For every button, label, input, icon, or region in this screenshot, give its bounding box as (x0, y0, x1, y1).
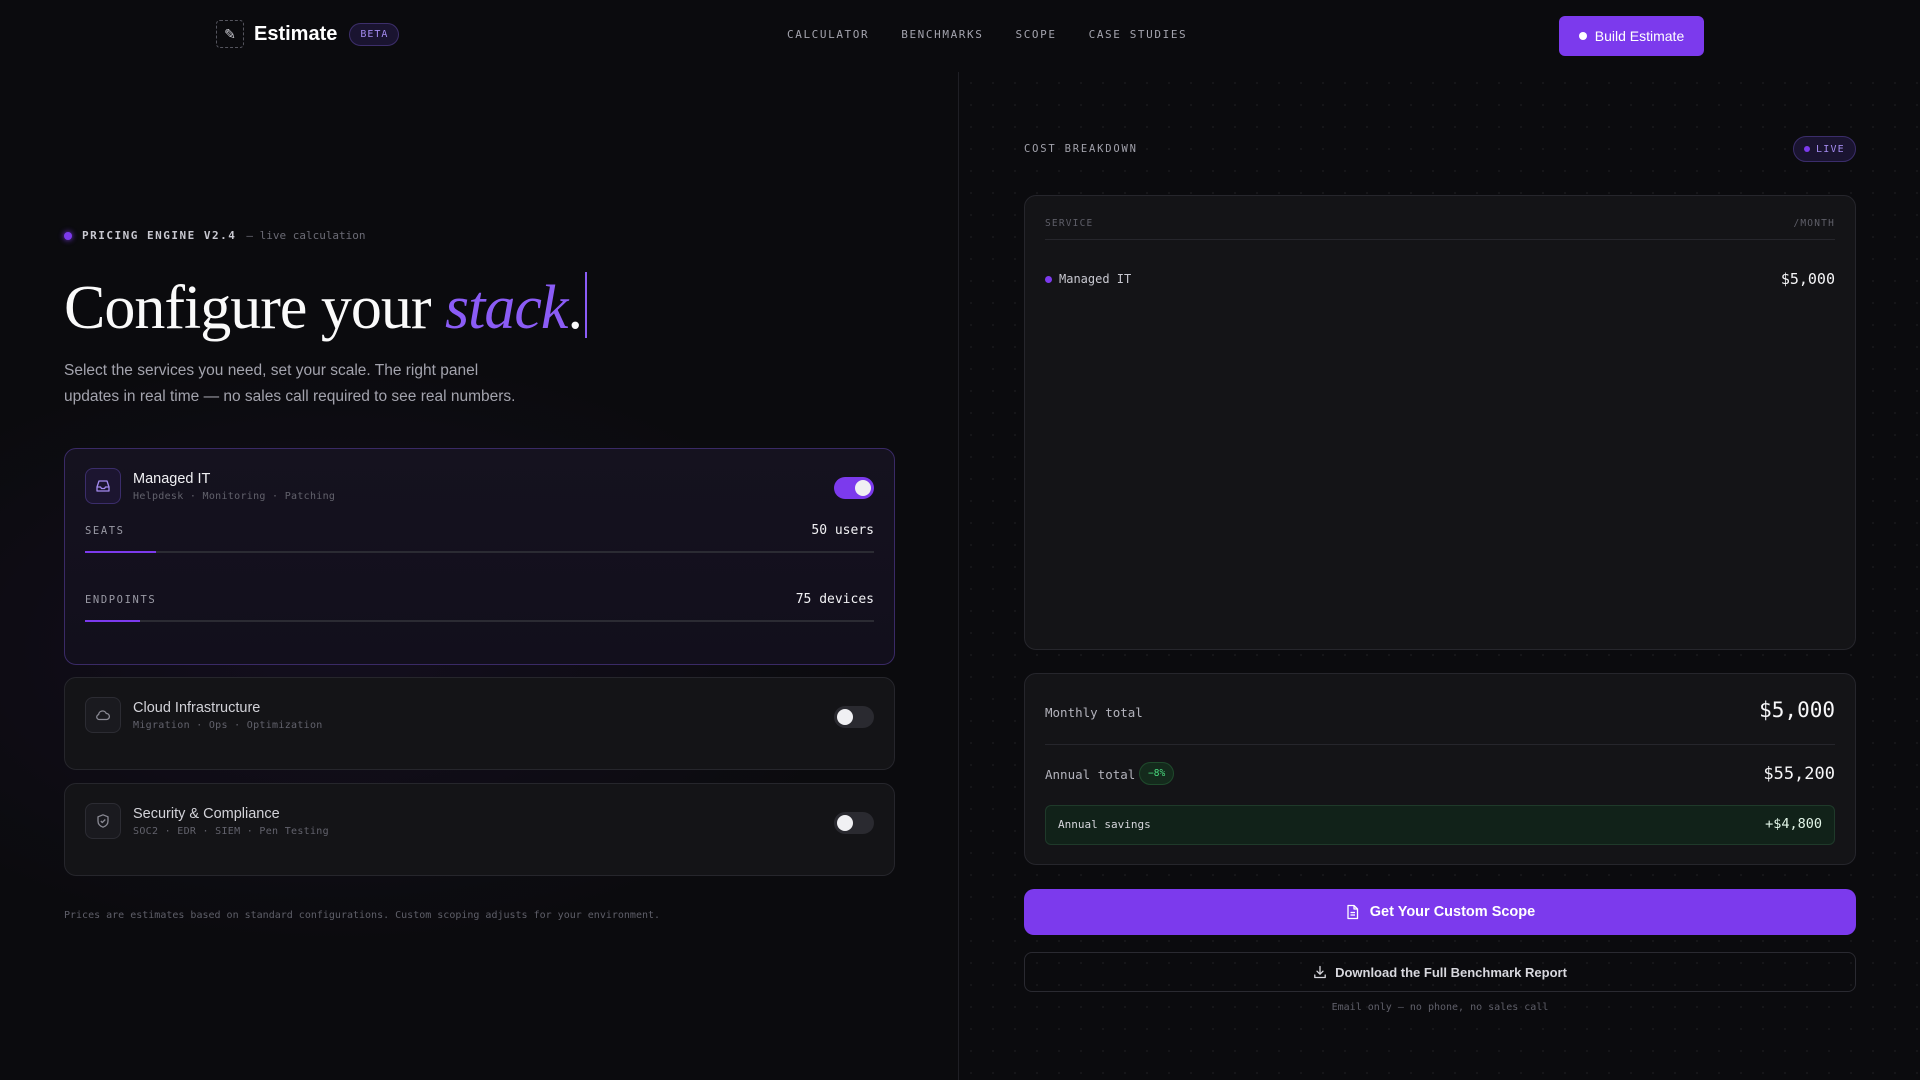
live-dot-icon (1804, 146, 1810, 152)
status-dot-icon (64, 231, 72, 240)
logo[interactable]: ✎ Estimate BETA (216, 20, 400, 48)
slider-label: ENDPOINTS (85, 594, 157, 606)
service-title: Managed IT (133, 470, 211, 487)
title-suffix: . (567, 274, 582, 342)
service-dot-icon (1045, 276, 1052, 283)
engine-label: PRICING ENGINE V2.4 (82, 229, 237, 242)
nav-scope[interactable]: SCOPE (1015, 28, 1056, 41)
monthly-total-label: Monthly total (1045, 705, 1143, 720)
service-tags: SOC2 · EDR · SIEM · Pen Testing (133, 825, 329, 837)
service-card-header: Cloud Infrastructure Migration · Ops · O… (85, 697, 323, 733)
column-divider (958, 72, 959, 1080)
totals-panel: Monthly total $5,000 Annual total −8% $5… (1024, 673, 1856, 865)
slider-track[interactable] (85, 620, 874, 622)
monthly-total-value: $5,000 (1759, 698, 1835, 722)
cost-breakdown-label: COST BREAKDOWN (1024, 143, 1138, 155)
service-tags: Migration · Ops · Optimization (133, 719, 323, 731)
dot-icon (1578, 32, 1587, 40)
service-title: Cloud Infrastructure (133, 699, 261, 716)
email-note: Email only — no phone, no sales call (1331, 1002, 1549, 1013)
slider-track[interactable] (85, 551, 874, 553)
toggle-knob (855, 480, 871, 496)
breakdown-header: SERVICE /MONTH (1045, 218, 1835, 240)
toggle-knob (837, 709, 853, 725)
service-card-managed-it: Managed IT Helpdesk · Monitoring · Patch… (64, 448, 895, 665)
slider-label: SEATS (85, 525, 125, 537)
engine-tag: PRICING ENGINE V2.4 — live calculation (64, 229, 366, 242)
download-report-label: Download the Full Benchmark Report (1335, 964, 1567, 980)
text-caret (584, 272, 587, 338)
slider-fill (85, 551, 156, 553)
top-nav-bar: ✎ Estimate BETA CALCULATOR BENCHMARKS SC… (0, 0, 1920, 72)
col-service: SERVICE (1045, 218, 1094, 229)
custom-scope-label: Get Your Custom Scope (1369, 904, 1536, 920)
service-toggle[interactable] (834, 812, 874, 834)
cloud-icon (85, 697, 121, 733)
slider-fill (85, 620, 141, 622)
beta-badge: BETA (349, 22, 400, 46)
live-label: LIVE (1816, 143, 1845, 155)
nav-case-studies[interactable]: CASE STUDIES (1089, 28, 1188, 41)
service-card-header: Security & Compliance SOC2 · EDR · SIEM … (85, 803, 329, 839)
service-tags: Helpdesk · Monitoring · Patching (133, 490, 336, 502)
download-report-button[interactable]: Download the Full Benchmark Report (1024, 952, 1856, 992)
nav-calculator[interactable]: CALCULATOR (787, 28, 869, 41)
download-icon (1314, 965, 1326, 979)
get-custom-scope-button[interactable]: Get Your Custom Scope (1024, 889, 1856, 935)
title-prefix: Configure your (64, 274, 446, 342)
row-service-name: Managed IT (1059, 272, 1132, 286)
inbox-icon (85, 468, 121, 504)
page-title: Configure your stack. (64, 272, 587, 344)
build-estimate-label: Build Estimate (1594, 28, 1685, 44)
logo-text: Estimate (254, 22, 338, 45)
main-nav: CALCULATOR BENCHMARKS SCOPE CASE STUDIES (787, 28, 1187, 41)
shield-icon (85, 803, 121, 839)
document-icon (1347, 904, 1358, 920)
savings-value: +$4,800 (1765, 816, 1822, 832)
live-badge: LIVE (1793, 136, 1856, 162)
slider-value: 50 users (811, 523, 874, 538)
annual-savings-row: Annual savings +$4,800 (1045, 805, 1835, 845)
title-accent: stack (445, 274, 568, 342)
nav-benchmarks[interactable]: BENCHMARKS (901, 28, 983, 41)
cost-breakdown-panel: SERVICE /MONTH Managed IT $5,000 (1024, 195, 1856, 650)
service-card-header: Managed IT Helpdesk · Monitoring · Patch… (85, 468, 335, 504)
pricing-footnote: Prices are estimates based on standard c… (64, 910, 661, 921)
service-title: Security & Compliance (133, 805, 280, 822)
divider (1045, 744, 1835, 745)
build-estimate-button[interactable]: Build Estimate (1559, 16, 1704, 56)
logo-icon: ✎ (216, 20, 244, 48)
annual-total-value: $55,200 (1763, 764, 1835, 784)
discount-badge: −8% (1139, 762, 1175, 785)
toggle-knob (837, 815, 853, 831)
slider-value: 75 devices (795, 592, 874, 607)
service-card-cloud-infrastructure: Cloud Infrastructure Migration · Ops · O… (64, 677, 895, 770)
engine-subtitle: — live calculation (246, 229, 366, 242)
service-toggle[interactable] (834, 706, 874, 728)
row-service-value: $5,000 (1780, 270, 1835, 288)
service-toggle[interactable] (834, 477, 874, 499)
savings-label: Annual savings (1058, 818, 1151, 831)
col-month: /MONTH (1793, 218, 1835, 229)
service-card-security-compliance: Security & Compliance SOC2 · EDR · SIEM … (64, 783, 895, 876)
annual-total-label: Annual total (1045, 767, 1136, 782)
page-subtitle: Select the services you need, set your s… (64, 362, 516, 405)
